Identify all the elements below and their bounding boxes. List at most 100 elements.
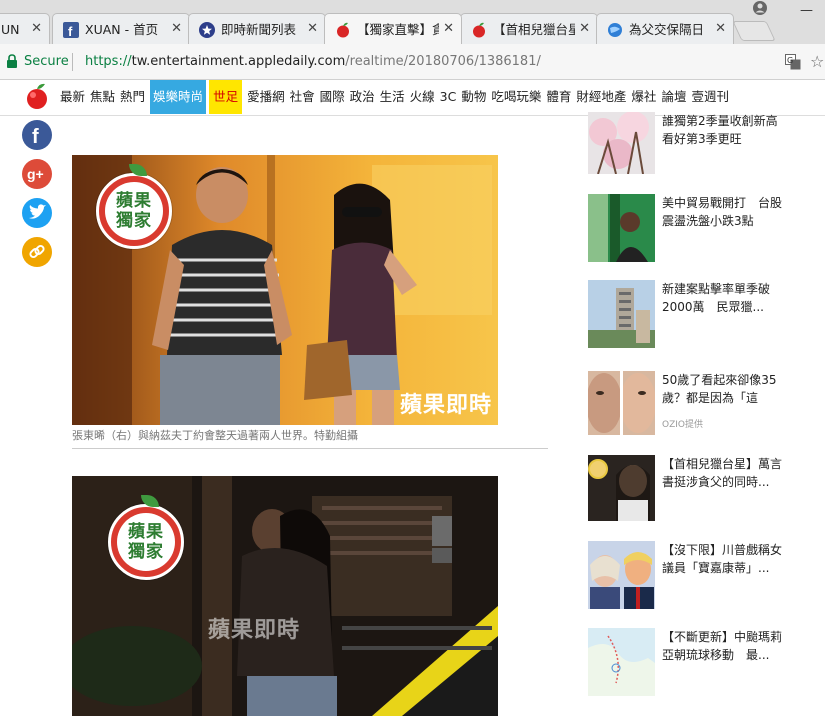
- nav-item[interactable]: 社會: [290, 80, 315, 114]
- nav-item[interactable]: 動物: [461, 80, 486, 114]
- sidebar-news-item[interactable]: 【不斷更新】中颱瑪莉亞朝琉球移動 最...: [588, 628, 788, 696]
- facebook-icon: f: [32, 126, 39, 148]
- news-headline: 美中貿易戰開打 台股震盪洗盤小跌3點: [662, 196, 783, 228]
- bookmark-star-icon[interactable]: ☆: [810, 52, 824, 71]
- news-headline: 【沒下限】川普戲稱女議員「寶嘉康蒂」...: [662, 543, 783, 575]
- copy-link-button[interactable]: [22, 237, 52, 267]
- tab-pm-son[interactable]: 【首相兒獵台星 ✕: [460, 13, 598, 44]
- social-share-bar: f g+: [22, 120, 52, 276]
- url-divider: [72, 53, 73, 71]
- url-input[interactable]: https://tw.entertainment.appledaily.com/…: [85, 54, 541, 70]
- nav-item[interactable]: 政治: [350, 80, 375, 114]
- google-plus-icon: g+: [27, 166, 44, 182]
- nav-item[interactable]: 熱門: [120, 80, 145, 114]
- apple-exclusive-badge: 蘋果 獨家: [96, 164, 172, 249]
- tab-close-icon[interactable]: ✕: [31, 21, 42, 37]
- globe-favicon-icon: [608, 23, 622, 37]
- url-scheme: https://: [85, 54, 132, 69]
- sidebar-news-item[interactable]: 誰獨第2季量收創新高 看好第3季更旺: [588, 112, 790, 174]
- nav-item[interactable]: 火線: [410, 80, 435, 114]
- news-thumbnail: [588, 280, 655, 348]
- badge-text-line1: 蘋果: [116, 191, 152, 211]
- tab-close-icon[interactable]: ✕: [171, 21, 182, 37]
- ad-sponsor-label: OZIO提供: [662, 420, 703, 430]
- star-favicon-icon: [199, 22, 215, 38]
- nav-item[interactable]: 國際: [320, 80, 345, 114]
- apple-favicon-icon: [337, 22, 349, 38]
- tab-close-icon[interactable]: ✕: [579, 21, 590, 37]
- tab-exclusive[interactable]: 【獨家直擊】貪 ✕: [324, 13, 462, 44]
- article-photo-couple[interactable]: 蘋果 獨家 蘋果即時: [72, 155, 498, 425]
- nav-item[interactable]: 爆社: [631, 80, 656, 114]
- news-headline: 誰獨第2季量收創新高 看好第3季更旺: [662, 114, 790, 146]
- svg-text:f: f: [68, 24, 73, 38]
- news-thumbnail: [588, 455, 655, 521]
- tab-close-icon[interactable]: ✕: [715, 21, 726, 37]
- apple-exclusive-badge: 蘋果 獨家: [108, 495, 184, 580]
- sidebar-news-item[interactable]: 【沒下限】川普戲稱女議員「寶嘉康蒂」...: [588, 541, 788, 609]
- tab-news-list[interactable]: 即時新聞列表 ✕: [188, 13, 326, 44]
- nav-item[interactable]: 壹週刊: [691, 80, 729, 114]
- tab-title: XUAN - 首页: [85, 22, 159, 37]
- nav-item[interactable]: 財經地產: [576, 80, 626, 114]
- apple-daily-logo[interactable]: [25, 83, 49, 111]
- lock-icon: [7, 54, 17, 68]
- twitter-bird-icon: [29, 204, 46, 219]
- ad-headline: 50歲了看起來卻像35歲？都是因為「這: [662, 373, 777, 405]
- facebook-favicon-icon: f: [63, 22, 79, 38]
- news-thumbnail: [588, 628, 655, 696]
- browser-tab-strip: UN ✕ f XUAN - 首页 ✕ 即時新聞列表 ✕ 【獨家直擊】貪 ✕ 【首…: [0, 0, 825, 44]
- article-photo-hug[interactable]: 蘋果 獨家 蘋果即時: [72, 476, 498, 716]
- tab-title: 【首相兒獵台星: [493, 22, 575, 37]
- translate-icon[interactable]: G: [785, 54, 801, 70]
- nav-item[interactable]: 論壇: [661, 80, 686, 114]
- minimize-window-button[interactable]: —: [800, 3, 813, 18]
- nav-item[interactable]: 焦點: [90, 80, 115, 114]
- secure-label[interactable]: Secure: [24, 54, 69, 70]
- badge-text-line2: 獨家: [128, 542, 164, 562]
- svg-text:f: f: [32, 126, 39, 148]
- apple-realtime-watermark: 蘋果即時: [208, 617, 301, 643]
- news-thumbnail: [588, 112, 655, 174]
- sidebar-news-item[interactable]: 美中貿易戰開打 台股震盪洗盤小跌3點: [588, 194, 788, 262]
- badge-text-line1: 蘋果: [128, 522, 164, 542]
- url-host: tw.entertainment.appledaily.com: [131, 54, 346, 69]
- nav-item[interactable]: 最新: [60, 80, 85, 114]
- google-plus-share-button[interactable]: g+: [22, 159, 52, 189]
- apple-realtime-watermark: 蘋果即時: [399, 392, 492, 418]
- news-thumbnail: [588, 194, 655, 262]
- apple-favicon-icon: [473, 22, 485, 38]
- nav-item[interactable]: 生活: [380, 80, 405, 114]
- news-headline: 【首相兒獵台星】萬言書挺涉貪父的同時...: [662, 457, 783, 489]
- nav-item[interactable]: 體育: [546, 80, 571, 114]
- photo-caption: 張東晞（右）與納茲夫丁約會整天過著兩人世界。特勤組攝: [72, 429, 358, 442]
- tab-close-icon[interactable]: ✕: [307, 21, 318, 37]
- badge-inner: 蘋果 獨家: [117, 513, 175, 571]
- ad-thumbnail: [588, 371, 655, 435]
- nav-item[interactable]: 世足: [209, 80, 243, 114]
- caption-divider: [72, 448, 548, 449]
- url-path: /realtime/20180706/1386181/: [345, 54, 541, 69]
- sidebar-ad-item[interactable]: 50歲了看起來卻像35歲？都是因為「這 OZIO提供: [588, 371, 788, 439]
- link-icon: [29, 244, 45, 259]
- nav-item[interactable]: 愛播網: [247, 80, 285, 114]
- tab-bail[interactable]: 為父交保隔日 ✕: [596, 13, 734, 44]
- sidebar-news-item[interactable]: 【首相兒獵台星】萬言書挺涉貪父的同時...: [588, 455, 788, 521]
- news-thumbnail: [588, 541, 655, 609]
- nav-item[interactable]: 3C: [440, 80, 457, 114]
- tab-close-icon[interactable]: ✕: [443, 21, 454, 37]
- facebook-share-button[interactable]: f: [22, 120, 52, 150]
- tab-un[interactable]: UN ✕: [0, 13, 50, 44]
- badge-text-line2: 獨家: [116, 211, 152, 231]
- address-bar: Secure https://tw.entertainment.appledai…: [0, 44, 825, 80]
- svg-text:G: G: [787, 56, 793, 65]
- nav-item[interactable]: 吃喝玩樂: [491, 80, 541, 114]
- tab-title: 即時新聞列表: [221, 22, 297, 37]
- profile-icon[interactable]: [752, 0, 768, 16]
- nav-item[interactable]: 娛樂時尚: [150, 80, 207, 114]
- twitter-share-button[interactable]: [22, 198, 52, 228]
- sidebar-news-item[interactable]: 新建案點擊率單季破2000萬 民眾獵...: [588, 280, 788, 348]
- new-tab-button[interactable]: [732, 21, 776, 41]
- tab-xuan[interactable]: f XUAN - 首页 ✕: [52, 13, 190, 44]
- svg-text:g+: g+: [27, 166, 44, 182]
